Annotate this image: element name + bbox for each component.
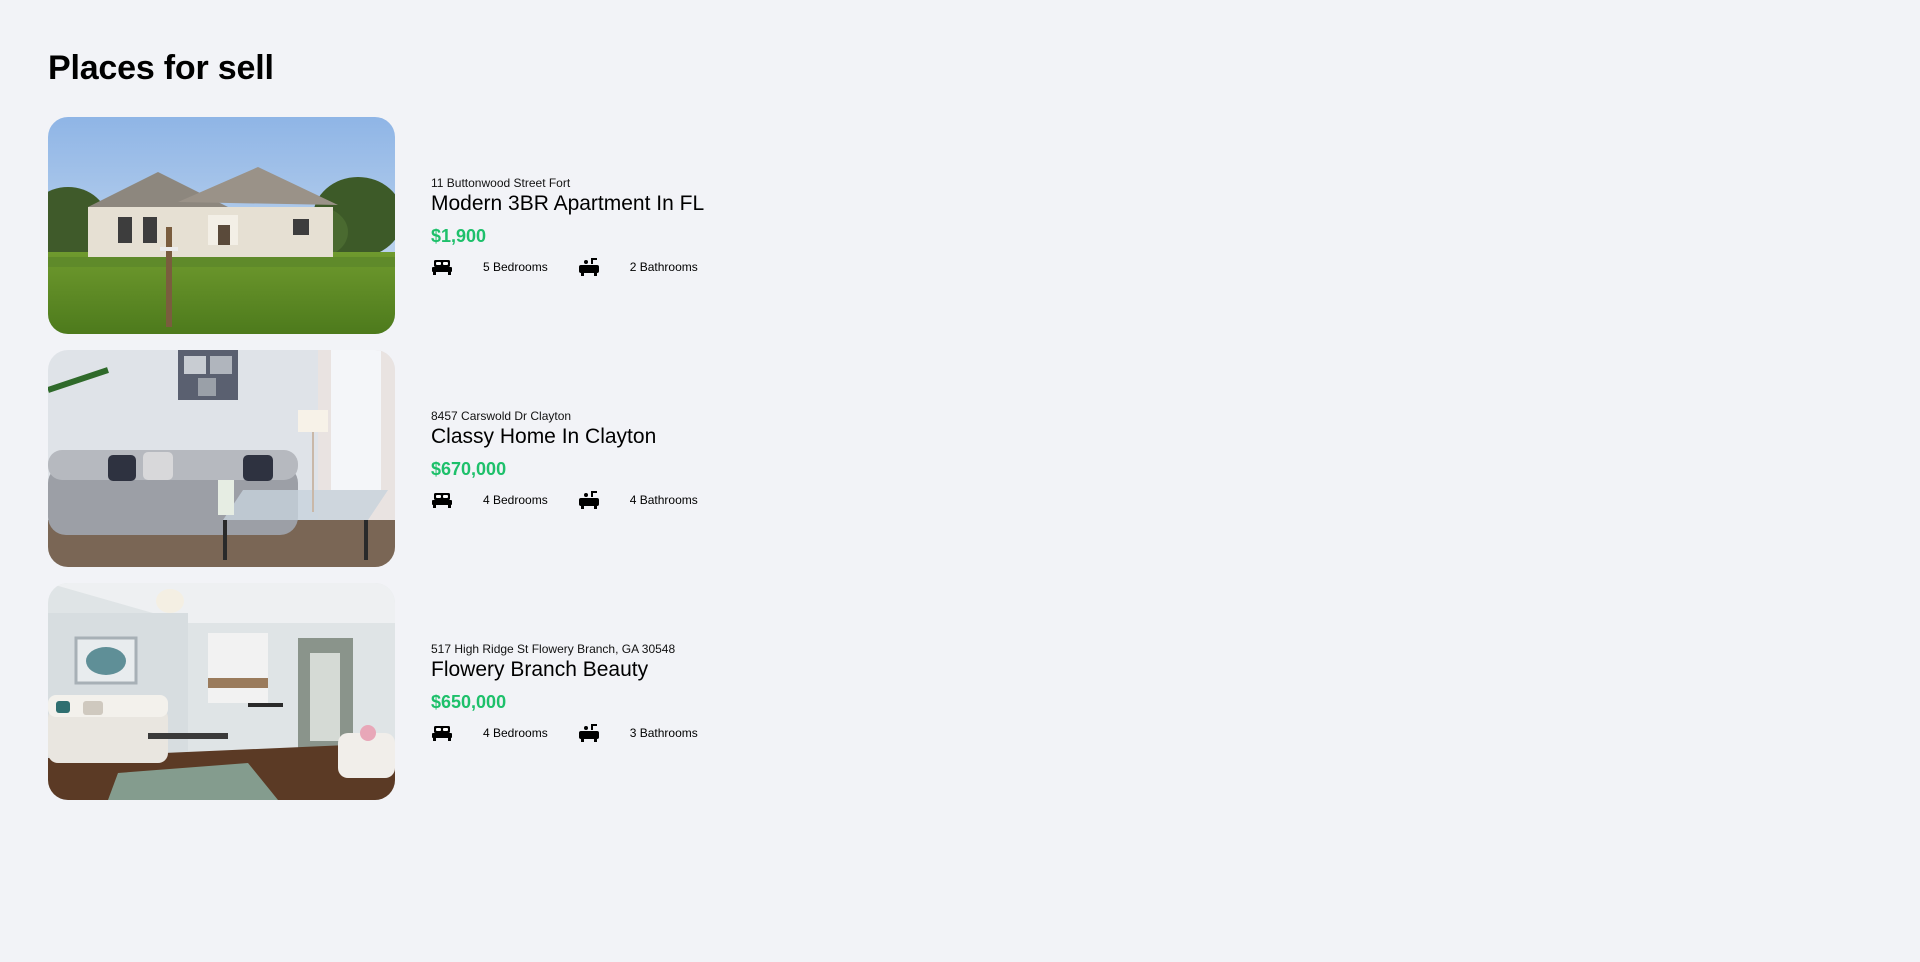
bathtub-icon [578,257,600,277]
listing-features: 5 Bedrooms 2 Bathrooms [431,257,704,277]
living-room-photo[interactable] [48,350,395,567]
listing-info: 8457 Carswold Dr Clayton Classy Home In … [431,407,698,510]
listing-card[interactable]: 8457 Carswold Dr Clayton Classy Home In … [48,350,1920,567]
bed-icon [431,490,453,510]
bedrooms-feature: 4 Bedrooms [431,723,548,743]
listing-features: 4 Bedrooms [431,723,698,743]
bedrooms-label: 4 Bedrooms [483,493,548,507]
listing-address: 8457 Carswold Dr Clayton [431,409,572,423]
bedrooms-feature: 4 Bedrooms [431,490,548,510]
listing-info: 11 Buttonwood Street Fort Modern 3BR Apa… [431,174,704,277]
listing-card[interactable]: 11 Buttonwood Street Fort Modern 3BR Apa… [48,117,1920,334]
listing-name[interactable]: Flowery Branch Beauty [431,657,698,683]
listing-address: 11 Buttonwood Street Fort [431,176,571,190]
listing-name[interactable]: Classy Home In Clayton [431,424,698,450]
bed-icon [431,257,453,277]
open-plan-interior-photo[interactable] [48,583,395,800]
listing-address: 517 High Ridge St Flowery Branch, GA 305… [431,642,676,656]
bedrooms-label: 5 Bedrooms [483,260,548,274]
listing-name[interactable]: Modern 3BR Apartment In FL [431,191,704,217]
listing-list: 11 Buttonwood Street Fort Modern 3BR Apa… [48,117,1920,800]
house-exterior-photo[interactable] [48,117,395,334]
bathrooms-label: 2 Bathrooms [629,260,698,274]
bathtub-icon [578,723,600,743]
listing-features: 4 Bedrooms [431,490,698,510]
bathrooms-feature: 2 Bathrooms [578,257,698,277]
listing-card[interactable]: 517 High Ridge St Flowery Branch, GA 305… [48,583,1920,800]
page: Places for sell 11 Buttonwood Street For… [0,0,1920,962]
bathrooms-label: 3 Bathrooms [629,726,698,740]
bathrooms-label: 4 Bathrooms [629,493,698,507]
listing-price: $670,000 [431,459,507,479]
bedrooms-feature: 5 Bedrooms [431,257,548,277]
bathrooms-feature: 3 Bathrooms [578,723,698,743]
bedrooms-label: 4 Bedrooms [483,726,548,740]
listing-price: $650,000 [431,692,507,712]
listing-price: $1,900 [431,226,487,246]
bathtub-icon [578,490,600,510]
page-title: Places for sell [48,49,274,87]
bathrooms-feature: 4 Bathrooms [578,490,698,510]
listing-info: 517 High Ridge St Flowery Branch, GA 305… [431,640,698,743]
bed-icon [431,723,453,743]
